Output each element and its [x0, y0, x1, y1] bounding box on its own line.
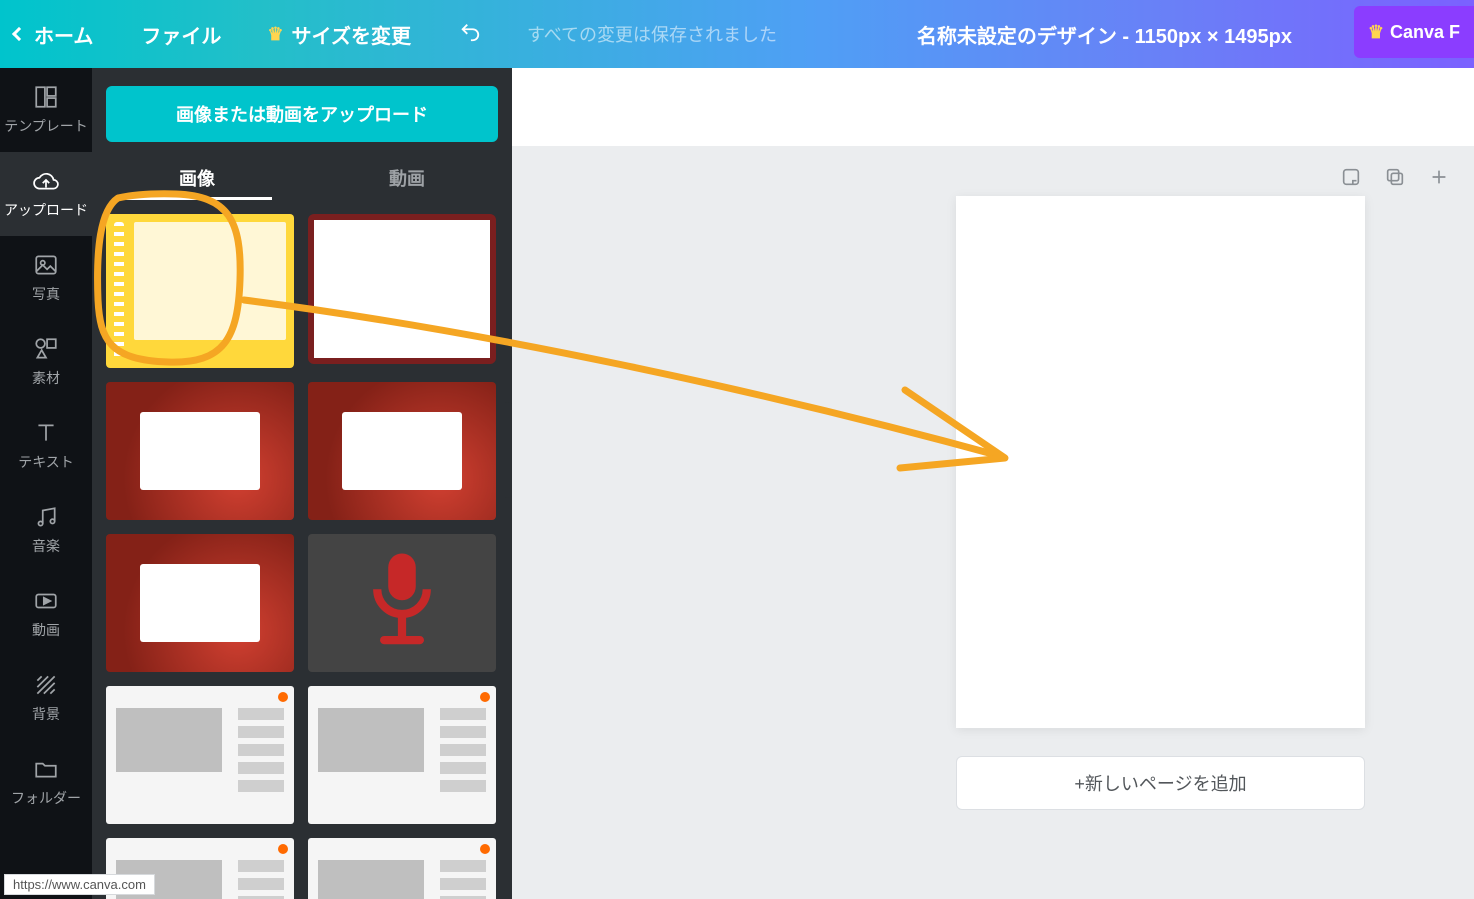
microphone-icon	[357, 548, 447, 658]
undo-button[interactable]	[459, 21, 481, 48]
tab-video[interactable]: 動画	[302, 156, 512, 200]
rail-label: 素材	[32, 368, 60, 388]
video-icon	[33, 588, 59, 614]
home-label: ホーム	[34, 20, 93, 49]
upload-thumb[interactable]	[106, 686, 294, 824]
text-icon	[33, 420, 59, 446]
rail-label: 背景	[32, 704, 60, 724]
save-status: すべての変更は保存されました	[527, 21, 777, 47]
upload-icon	[33, 168, 59, 194]
pro-label: Canva F	[1390, 22, 1460, 43]
templates-icon	[33, 84, 59, 110]
upload-media-button[interactable]: 画像または動画をアップロード	[106, 86, 498, 142]
rail-label: アップロード	[4, 200, 88, 220]
rail-label: テンプレート	[4, 116, 88, 136]
folder-icon	[33, 756, 59, 782]
context-toolbar	[512, 68, 1474, 146]
background-icon	[33, 672, 59, 698]
editor-canvas-area: +新しいページを追加	[512, 68, 1474, 899]
page-tools	[1338, 164, 1452, 190]
canva-pro-button[interactable]: ♛ Canva F	[1354, 6, 1474, 58]
chevron-left-icon	[12, 27, 26, 41]
upload-thumb[interactable]	[308, 214, 496, 364]
upload-tabs: 画像 動画	[92, 156, 512, 200]
rail-folder[interactable]: フォルダー	[0, 740, 92, 824]
resize-label: サイズを変更	[292, 20, 411, 49]
upload-thumb[interactable]	[308, 838, 496, 899]
notes-button[interactable]	[1338, 164, 1364, 190]
elements-icon	[33, 336, 59, 362]
uploads-grid	[92, 200, 512, 899]
add-page-button[interactable]	[1426, 164, 1452, 190]
music-icon	[33, 504, 59, 530]
undo-icon	[459, 21, 481, 43]
home-button[interactable]: ホーム	[14, 20, 93, 49]
resize-button[interactable]: ♛ サイズを変更	[267, 20, 411, 49]
upload-thumb[interactable]	[308, 534, 496, 672]
rail-photo[interactable]: 写真	[0, 236, 92, 320]
status-bar-url: https://www.canva.com	[4, 874, 155, 895]
rail-label: テキスト	[18, 452, 74, 472]
object-rail: テンプレート アップロード 写真 素材 テキスト 音楽 動画 背景	[0, 68, 92, 899]
file-label: ファイル	[141, 26, 221, 48]
rail-background[interactable]: 背景	[0, 656, 92, 740]
upload-panel: 画像または動画をアップロード 画像 動画	[92, 68, 512, 899]
rail-label: フォルダー	[11, 788, 81, 808]
rail-label: 写真	[32, 284, 60, 304]
photo-icon	[33, 252, 59, 278]
rail-templates[interactable]: テンプレート	[0, 68, 92, 152]
crown-icon: ♛	[1368, 22, 1384, 43]
file-menu[interactable]: ファイル	[141, 20, 221, 49]
add-new-page-button[interactable]: +新しいページを追加	[956, 756, 1365, 810]
rail-video[interactable]: 動画	[0, 572, 92, 656]
design-title[interactable]: 名称未設定のデザイン - 1150px × 1495px	[917, 0, 1292, 68]
upload-thumb[interactable]	[106, 382, 294, 520]
upload-thumb[interactable]	[308, 382, 496, 520]
rail-music[interactable]: 音楽	[0, 488, 92, 572]
rail-upload[interactable]: アップロード	[0, 152, 92, 236]
rail-label: 音楽	[32, 536, 60, 556]
upload-thumb[interactable]	[106, 214, 294, 368]
upload-thumb[interactable]	[308, 686, 496, 824]
rail-label: 動画	[32, 620, 60, 640]
crown-icon: ♛	[267, 24, 283, 45]
tab-image[interactable]: 画像	[92, 156, 302, 200]
duplicate-page-button[interactable]	[1382, 164, 1408, 190]
rail-text[interactable]: テキスト	[0, 404, 92, 488]
design-page[interactable]	[956, 196, 1365, 728]
rail-elements[interactable]: 素材	[0, 320, 92, 404]
upload-thumb[interactable]	[106, 534, 294, 672]
top-toolbar: ホーム ファイル ♛ サイズを変更 すべての変更は保存されました 名称未設定のデ…	[0, 0, 1474, 68]
